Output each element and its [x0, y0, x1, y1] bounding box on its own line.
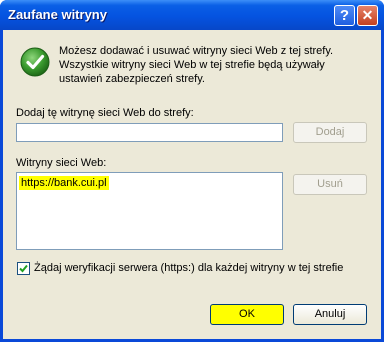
add-site-label: Dodaj tę witrynę sieci Web do strefy: — [16, 107, 194, 119]
sites-list[interactable]: https://bank.cui.pl — [16, 172, 283, 250]
ok-button[interactable]: OK — [210, 304, 284, 325]
dialog-window: Zaufane witryny ? ✕ Możesz dodawać i usu… — [0, 0, 384, 342]
list-item[interactable]: https://bank.cui.pl — [19, 176, 109, 190]
add-button[interactable]: Dodaj — [293, 122, 367, 143]
dialog-body: Możesz dodawać i usuwać witryny sieci We… — [3, 30, 381, 339]
verify-label[interactable]: Żądaj weryfikacji serwera (https:) dla k… — [34, 262, 343, 274]
add-site-input[interactable] — [16, 123, 283, 142]
green-check-icon — [20, 47, 50, 77]
verify-checkbox[interactable] — [17, 262, 30, 275]
info-text: Możesz dodawać i usuwać witryny sieci We… — [59, 45, 334, 85]
cancel-button[interactable]: Anuluj — [293, 304, 367, 325]
dialog-title: Zaufane witryny — [8, 7, 107, 22]
close-button[interactable]: ✕ — [357, 5, 378, 26]
title-bar[interactable]: Zaufane witryny ? ✕ — [0, 0, 384, 30]
checkmark-icon — [19, 264, 28, 273]
sites-list-label: Witryny sieci Web: — [16, 157, 107, 169]
remove-button[interactable]: Usuń — [293, 174, 367, 195]
help-button[interactable]: ? — [334, 5, 355, 26]
